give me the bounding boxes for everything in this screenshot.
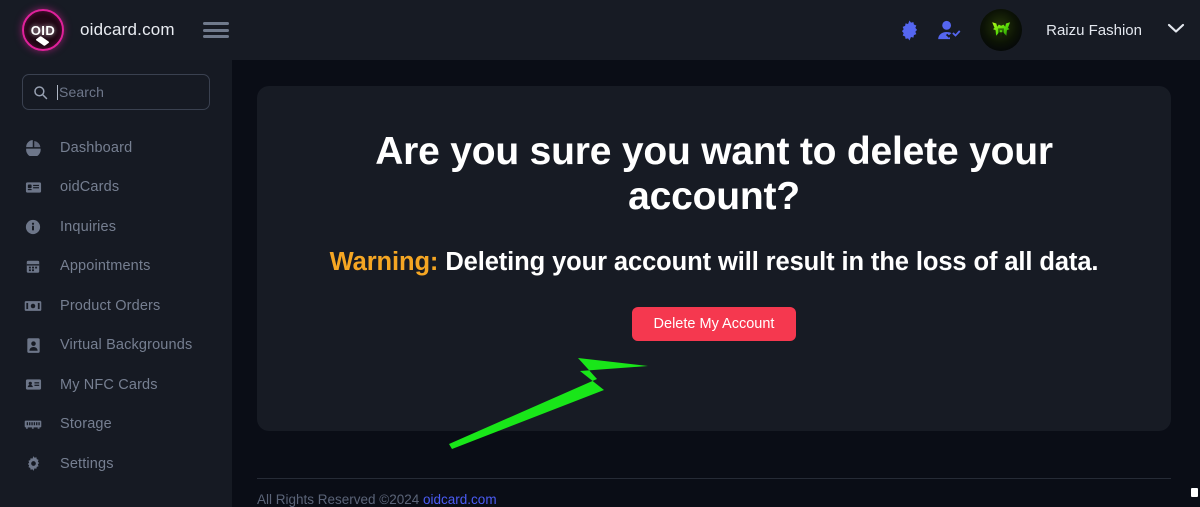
text-cursor	[57, 84, 58, 100]
hamburger-menu-icon[interactable]	[202, 20, 229, 40]
pie-chart-icon	[24, 139, 42, 157]
sidebar-nav-list: Dashboard oidCards Inquiries Appointment…	[0, 128, 232, 484]
user-check-icon[interactable]	[936, 17, 962, 43]
sidebar-item-settings[interactable]: Settings	[0, 444, 232, 484]
warning-message: Warning: Deleting your account will resu…	[330, 246, 1099, 279]
calendar-icon	[24, 257, 42, 275]
money-bill-icon	[24, 297, 42, 315]
copyright-text: All Rights Reserved ©2024	[257, 492, 424, 507]
oid-circle-logo: OID	[22, 9, 64, 51]
logo-text: OID	[30, 22, 56, 38]
footer-link-oidcard[interactable]: oidcard.com	[423, 492, 497, 507]
sidebar-item-product-orders[interactable]: Product Orders	[0, 286, 232, 326]
brand-name: oidcard.com	[80, 20, 175, 39]
sidebar-item-oidcards[interactable]: oidCards	[0, 168, 232, 208]
memory-chip-icon	[24, 415, 42, 433]
sidebar-item-label: Product Orders	[60, 297, 161, 314]
search-input[interactable]: Search	[22, 74, 210, 110]
sidebar: Search Dashboard oidCards Inquiries Appo…	[0, 60, 232, 507]
search-placeholder: Search	[59, 84, 104, 100]
sidebar-item-label: Storage	[60, 416, 112, 433]
main-content: Are you sure you want to delete your acc…	[232, 60, 1200, 507]
sidebar-item-inquiries[interactable]: Inquiries	[0, 207, 232, 247]
sidebar-item-label: My NFC Cards	[60, 376, 158, 393]
sidebar-item-label: oidCards	[60, 179, 120, 196]
page-title: Are you sure you want to delete your acc…	[375, 130, 1053, 218]
portrait-icon	[24, 336, 42, 354]
info-circle-icon	[24, 218, 42, 236]
sidebar-item-label: Inquiries	[60, 218, 117, 235]
username-label: Raizu Fashion	[1046, 21, 1142, 39]
app-window: OID oidcard.com Raizu Fashion Search Das…	[0, 0, 1200, 507]
brand-area[interactable]: OID oidcard.com	[0, 9, 175, 51]
sidebar-item-dashboard[interactable]: Dashboard	[0, 128, 232, 168]
sidebar-item-label: Virtual Backgrounds	[60, 337, 193, 354]
sidebar-item-my-nfc-cards[interactable]: My NFC Cards	[0, 365, 232, 405]
gear-icon[interactable]	[896, 17, 922, 43]
warning-label: Warning:	[329, 247, 439, 276]
body-region: Search Dashboard oidCards Inquiries Appo…	[0, 60, 1200, 507]
id-card-icon	[24, 178, 42, 196]
hamburger-line	[202, 28, 229, 32]
hamburger-line	[202, 35, 229, 38]
contact-card-icon	[24, 376, 42, 394]
chevron-down-icon[interactable]	[1166, 21, 1186, 40]
footer-text: All Rights Reserved ©2024 oidcard.com	[232, 479, 1200, 507]
scrollbar-thumb[interactable]	[1191, 488, 1198, 497]
search-icon	[33, 85, 48, 100]
delete-my-account-button[interactable]: Delete My Account	[631, 306, 797, 341]
user-avatar[interactable]	[980, 9, 1023, 51]
warning-text: Deleting your account will result in the…	[438, 247, 1099, 276]
sidebar-item-label: Appointments	[60, 258, 151, 275]
sidebar-item-appointments[interactable]: Appointments	[0, 247, 232, 287]
header-right-cluster: Raizu Fashion	[896, 9, 1200, 51]
gear-icon	[24, 455, 42, 473]
hamburger-line	[202, 22, 229, 25]
delete-account-card: Are you sure you want to delete your acc…	[257, 86, 1171, 431]
sidebar-item-virtual-backgrounds[interactable]: Virtual Backgrounds	[0, 326, 232, 366]
sidebar-item-label: Settings	[60, 455, 114, 472]
sidebar-item-label: Dashboard	[60, 139, 133, 156]
sidebar-item-storage[interactable]: Storage	[0, 405, 232, 445]
footer-region: All Rights Reserved ©2024 oidcard.com	[232, 431, 1200, 507]
top-header-bar: OID oidcard.com Raizu Fashion	[0, 0, 1200, 60]
